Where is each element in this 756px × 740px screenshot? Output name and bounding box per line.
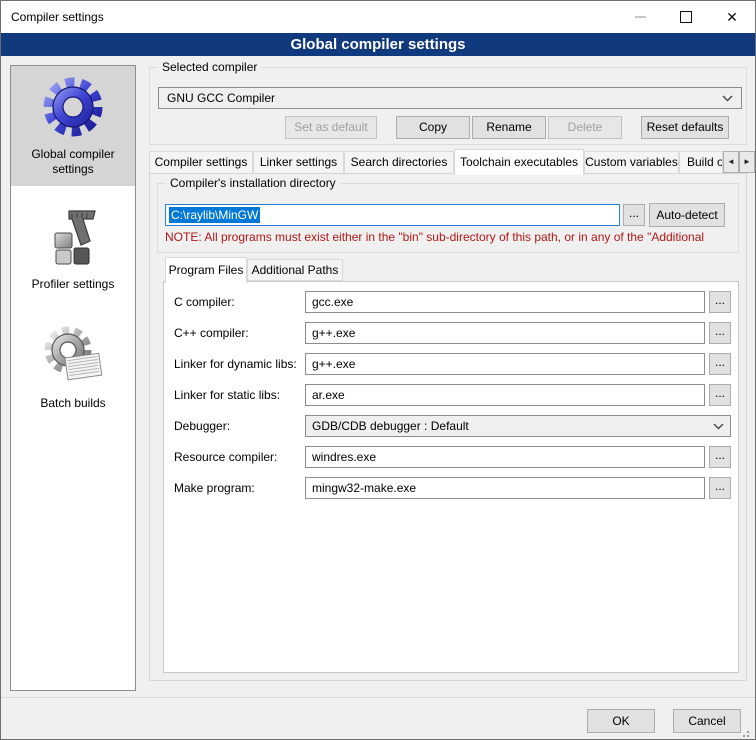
- arrow-right-icon: ►: [743, 157, 751, 166]
- field-value: gcc.exe: [312, 295, 353, 309]
- sidebar-item-global-compiler-settings[interactable]: Global compiler settings: [11, 66, 135, 186]
- compiler-select-value: GNU GCC Compiler: [167, 91, 275, 105]
- field-value: windres.exe: [312, 450, 376, 464]
- cpp-compiler-input[interactable]: g++.exe: [305, 322, 705, 344]
- sidebar-item-label: Profiler settings: [32, 277, 115, 292]
- field-row-linker-static: Linker for static libs: ar.exe ...: [174, 384, 731, 406]
- delete-button: Delete: [548, 116, 622, 139]
- subtab-program-files[interactable]: Program Files: [165, 257, 247, 283]
- chevron-down-icon: [713, 423, 724, 430]
- field-value: mingw32-make.exe: [312, 481, 416, 495]
- auto-detect-button[interactable]: Auto-detect: [649, 203, 725, 227]
- field-label: Make program:: [174, 481, 305, 495]
- copy-button[interactable]: Copy: [396, 116, 470, 139]
- field-row-linker-dynamic: Linker for dynamic libs: g++.exe ...: [174, 353, 731, 375]
- field-value: g++.exe: [312, 326, 355, 340]
- gray-gear-stack-icon: [41, 324, 105, 392]
- program-files-panel: C compiler: gcc.exe ... C++ compiler: g+…: [163, 281, 739, 673]
- titlebar[interactable]: Compiler settings ✕: [1, 1, 755, 33]
- arrow-left-icon: ◄: [727, 157, 735, 166]
- tab-scroll-left-button[interactable]: ◄: [723, 151, 739, 173]
- tab-toolchain-executables[interactable]: Toolchain executables: [454, 149, 584, 175]
- resource-compiler-browse-button[interactable]: ...: [709, 446, 731, 468]
- tab-linker-settings[interactable]: Linker settings: [253, 151, 344, 174]
- close-button[interactable]: ✕: [709, 1, 755, 33]
- tab-compiler-settings[interactable]: Compiler settings: [149, 151, 253, 174]
- sidebar-item-label: Batch builds: [40, 396, 105, 411]
- sidebar-item-label: Global compiler settings: [13, 147, 133, 177]
- field-row-resource-compiler: Resource compiler: windres.exe ...: [174, 446, 731, 468]
- subtab-additional-paths[interactable]: Additional Paths: [247, 259, 343, 281]
- field-label: Linker for static libs:: [174, 388, 305, 402]
- cancel-button[interactable]: Cancel: [673, 709, 741, 733]
- selected-compiler-group-label: Selected compiler: [158, 60, 261, 74]
- field-row-c-compiler: C compiler: gcc.exe ...: [174, 291, 731, 313]
- tab-search-directories[interactable]: Search directories: [344, 151, 454, 174]
- chevron-down-icon: [722, 95, 733, 102]
- window-title: Compiler settings: [1, 10, 104, 24]
- page-title: Global compiler settings: [1, 33, 755, 56]
- window-controls: ✕: [617, 1, 755, 33]
- make-program-browse-button[interactable]: ...: [709, 477, 731, 499]
- field-label: Linker for dynamic libs:: [174, 357, 305, 371]
- tab-scroll-right-button[interactable]: ►: [739, 151, 755, 173]
- blue-gear-icon: [41, 75, 105, 143]
- ok-button[interactable]: OK: [587, 709, 655, 733]
- rename-button[interactable]: Rename: [472, 116, 546, 139]
- footer-divider: [1, 697, 756, 698]
- note-text: NOTE: All programs must exist either in …: [165, 230, 735, 244]
- reset-defaults-button[interactable]: Reset defaults: [641, 116, 729, 139]
- compiler-settings-window: Compiler settings ✕ Global compiler sett…: [0, 0, 756, 740]
- tab-build-options-clipped[interactable]: Build options: [679, 151, 723, 174]
- settings-category-list: Global compiler settings Profiler: [10, 65, 136, 691]
- field-row-make-program: Make program: mingw32-make.exe ...: [174, 477, 731, 499]
- c-compiler-input[interactable]: gcc.exe: [305, 291, 705, 313]
- debugger-select-value: GDB/CDB debugger : Default: [312, 419, 469, 433]
- field-label: C++ compiler:: [174, 326, 305, 340]
- resource-compiler-input[interactable]: windres.exe: [305, 446, 705, 468]
- linker-static-browse-button[interactable]: ...: [709, 384, 731, 406]
- minimize-button: [617, 1, 663, 33]
- maximize-icon: [680, 11, 692, 23]
- resize-grip[interactable]: [747, 731, 749, 733]
- cpp-compiler-browse-button[interactable]: ...: [709, 322, 731, 344]
- installation-directory-group-label: Compiler's installation directory: [166, 176, 340, 190]
- make-program-input[interactable]: mingw32-make.exe: [305, 477, 705, 499]
- linker-static-input[interactable]: ar.exe: [305, 384, 705, 406]
- maximize-button[interactable]: [663, 1, 709, 33]
- tab-custom-variables[interactable]: Custom variables: [584, 151, 679, 174]
- field-row-debugger: Debugger: GDB/CDB debugger : Default: [174, 415, 731, 437]
- debugger-select[interactable]: GDB/CDB debugger : Default: [305, 415, 731, 437]
- sidebar-item-batch-builds[interactable]: Batch builds: [11, 310, 135, 424]
- installation-directory-input[interactable]: C:\raylib\MinGW: [165, 204, 620, 226]
- field-value: ar.exe: [312, 388, 345, 402]
- field-value: g++.exe: [312, 357, 355, 371]
- installation-directory-browse-button[interactable]: ...: [623, 204, 645, 226]
- linker-dynamic-browse-button[interactable]: ...: [709, 353, 731, 375]
- caliper-blocks-icon: [41, 205, 105, 273]
- close-icon: ✕: [726, 10, 738, 24]
- compiler-select[interactable]: GNU GCC Compiler: [158, 87, 742, 109]
- field-label: Resource compiler:: [174, 450, 305, 464]
- field-label: Debugger:: [174, 419, 305, 433]
- linker-dynamic-input[interactable]: g++.exe: [305, 353, 705, 375]
- field-label: C compiler:: [174, 295, 305, 309]
- sidebar-item-profiler-settings[interactable]: Profiler settings: [11, 186, 135, 310]
- set-as-default-button: Set as default: [285, 116, 377, 139]
- field-row-cpp-compiler: C++ compiler: g++.exe ...: [174, 322, 731, 344]
- minimize-icon: [635, 16, 646, 18]
- c-compiler-browse-button[interactable]: ...: [709, 291, 731, 313]
- installation-directory-value: C:\raylib\MinGW: [169, 207, 260, 223]
